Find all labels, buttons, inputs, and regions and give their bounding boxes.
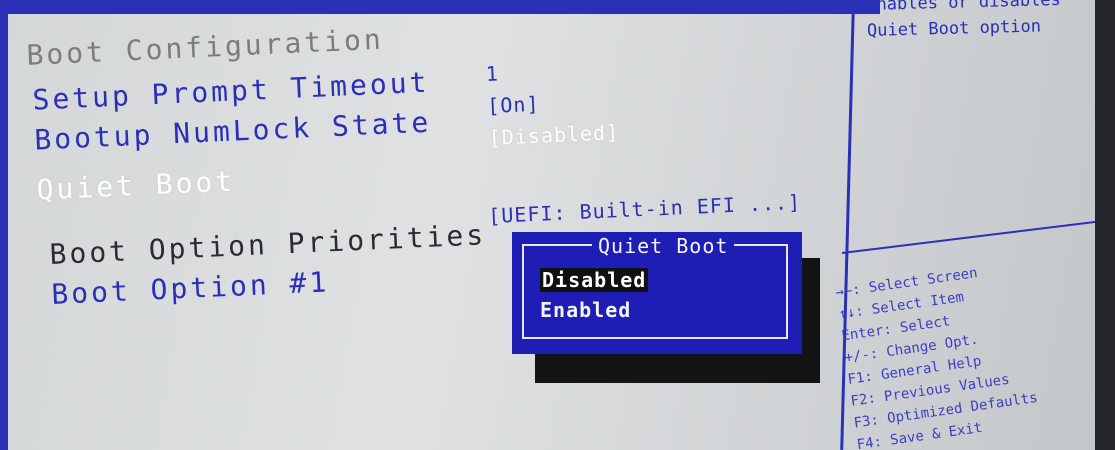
quiet-boot-label[interactable]: Quiet Boot bbox=[36, 165, 236, 207]
bootup-numlock-state-value[interactable]: [On] bbox=[487, 92, 540, 118]
monitor-bezel bbox=[1095, 0, 1115, 450]
setup-prompt-timeout-value[interactable]: 1 bbox=[485, 61, 499, 86]
key-help-panel: →←: Select Screen ↑↓: Select Item Enter:… bbox=[834, 246, 1115, 450]
help-line: Quiet Boot option bbox=[866, 16, 1042, 41]
popup-option-disabled[interactable]: Disabled bbox=[540, 268, 649, 292]
quiet-boot-value[interactable]: [Disabled] bbox=[488, 120, 619, 150]
section-title: Boot Configuration bbox=[25, 22, 385, 72]
popup-option-enabled[interactable]: Enabled bbox=[540, 298, 631, 322]
popup-title: Quiet Boot bbox=[592, 234, 735, 258]
boot-option-priorities-heading: Boot Option Priorities bbox=[48, 218, 487, 271]
quiet-boot-popup: Quiet Boot Disabled Enabled bbox=[512, 232, 802, 354]
boot-option-1-value[interactable]: [UEFI: Built-in EFI ...] bbox=[488, 190, 802, 228]
item-help-panel: Enables or disables Quiet Boot option bbox=[866, 0, 1097, 44]
boot-option-1-label[interactable]: Boot Option #1 bbox=[51, 265, 330, 311]
bios-screen: Boot Configuration Setup Prompt Timeout … bbox=[0, 0, 1115, 450]
